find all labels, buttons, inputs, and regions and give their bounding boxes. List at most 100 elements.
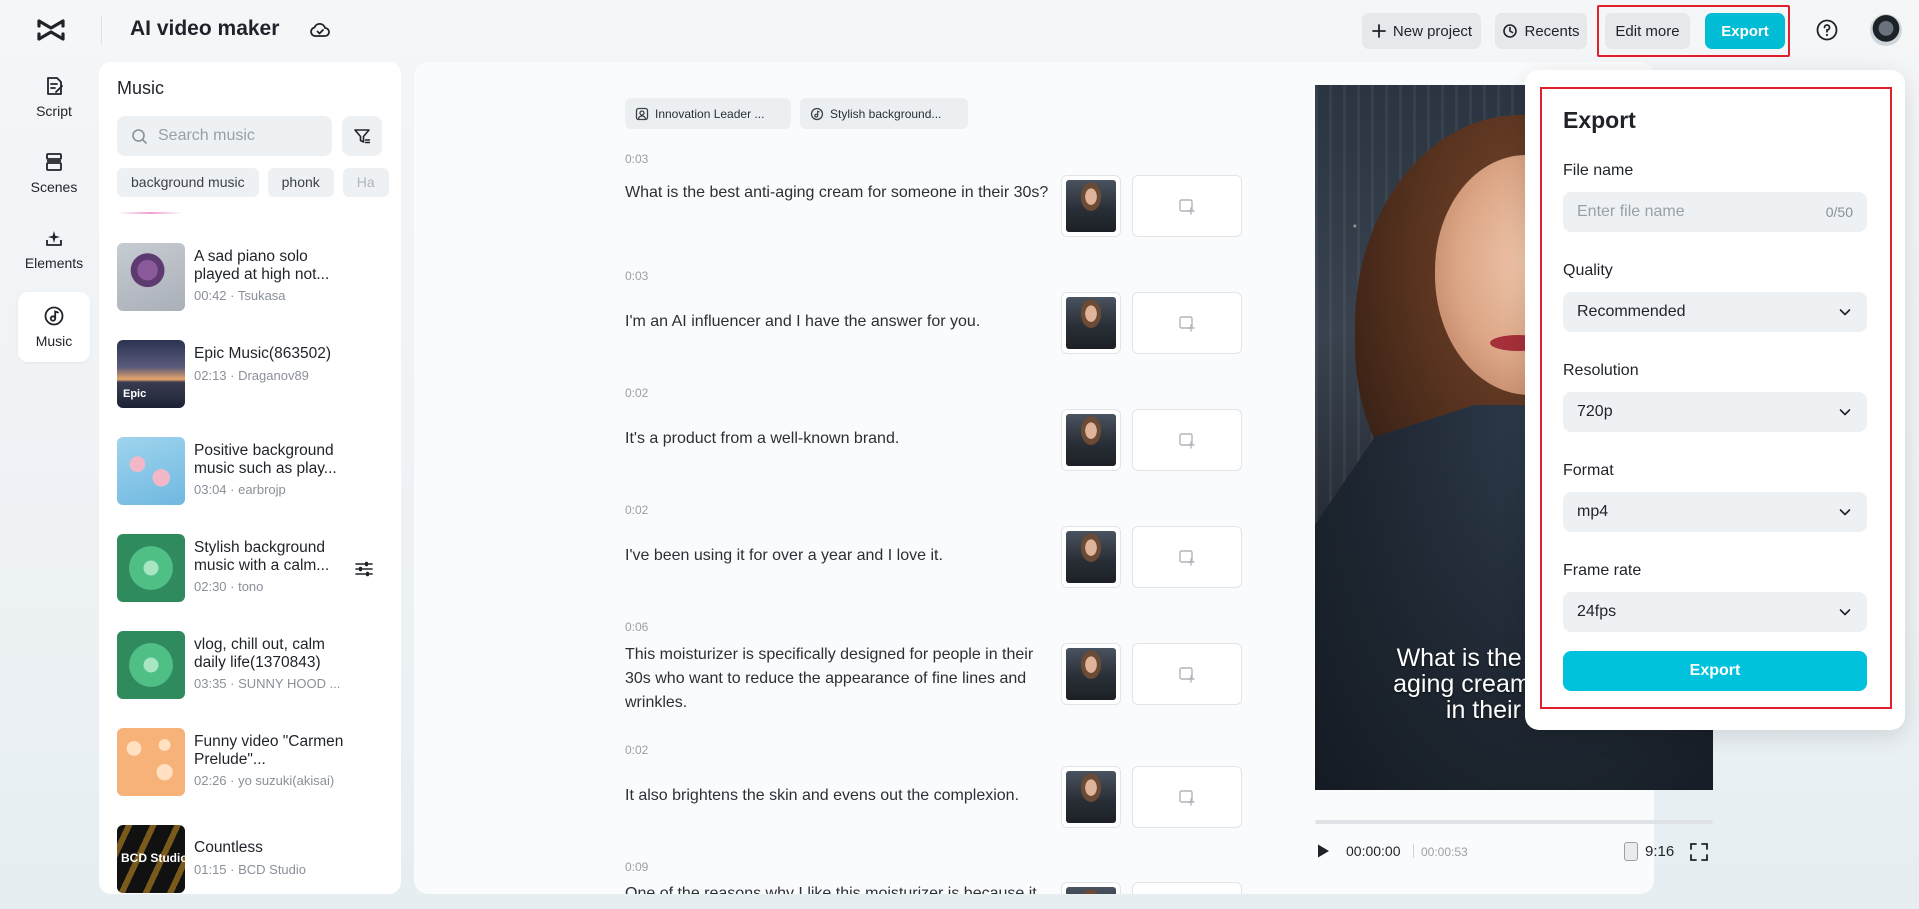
music-tag[interactable]: phonk — [267, 168, 334, 197]
track-thumbnail — [117, 437, 185, 505]
scene-text[interactable]: What is the best anti-aging cream for so… — [625, 181, 1055, 205]
user-avatar[interactable] — [1870, 14, 1902, 46]
add-media-button[interactable] — [1132, 882, 1242, 894]
highlight-box-header — [1597, 5, 1790, 57]
music-tag-list: background music phonk Ha — [117, 168, 401, 198]
music-track[interactable]: Epic Epic Music(863502) 02:13 · Draganov… — [117, 340, 387, 410]
scene-row[interactable]: 0:03 What is the best anti-aging cream f… — [625, 152, 1245, 242]
help-icon[interactable] — [1815, 18, 1839, 42]
music-search-box[interactable] — [117, 116, 332, 156]
add-media-button[interactable] — [1132, 526, 1242, 588]
format-select[interactable]: mp4 — [1563, 492, 1867, 532]
cloud-sync-icon[interactable] — [308, 18, 332, 42]
music-track[interactable]: vlog, chill out, calm daily life(1370843… — [117, 631, 387, 701]
rail-item-music[interactable]: Music — [18, 292, 90, 362]
recents-button[interactable]: Recents — [1495, 13, 1587, 49]
resolution-label: Resolution — [1563, 362, 1639, 379]
scene-duration: 0:02 — [625, 386, 649, 400]
scene-text[interactable]: This moisturizer is specifically designe… — [625, 643, 1055, 715]
aspect-ratio-value[interactable]: 9:16 — [1645, 843, 1674, 860]
scene-text[interactable]: It's a product from a well-known brand. — [625, 427, 1055, 451]
avatar-voice-chip[interactable]: Innovation Leader ... — [625, 98, 791, 129]
adjust-icon[interactable] — [353, 558, 375, 580]
track-meta: 01:15 · BCD Studio — [194, 862, 307, 877]
chevron-down-icon — [1839, 409, 1851, 416]
rail-item-label: Script — [36, 103, 72, 119]
elements-icon — [46, 231, 62, 246]
track-meta: 00:42 · Tsukasa — [194, 288, 286, 303]
capcut-logo-icon[interactable] — [36, 17, 66, 43]
rail-item-label: Music — [35, 333, 73, 349]
music-search-input[interactable] — [158, 127, 318, 145]
scene-avatar-thumbnail[interactable] — [1061, 175, 1121, 237]
music-track[interactable]: Funny video "Carmen Prelude"... 02:26 · … — [117, 728, 387, 798]
chevron-down-icon — [1839, 309, 1851, 316]
track-meta: 03:35 · SUNNY HOOD ... — [194, 676, 341, 691]
music-tag[interactable]: background music — [117, 168, 259, 197]
add-image-icon — [1179, 667, 1195, 683]
add-image-icon — [1179, 199, 1195, 215]
scene-text[interactable]: I've been using it for over a year and I… — [625, 544, 1055, 568]
scene-row[interactable]: 0:06 This moisturizer is specifically de… — [625, 620, 1245, 720]
file-name-field[interactable]: 0/50 — [1563, 192, 1867, 232]
add-media-button[interactable] — [1132, 643, 1242, 705]
scene-row[interactable]: 0:02 It also brightens the skin and even… — [625, 743, 1245, 833]
new-project-button[interactable]: New project — [1362, 13, 1481, 49]
time-separator — [1413, 844, 1414, 858]
add-image-icon — [1179, 433, 1195, 449]
recents-label: Recents — [1524, 22, 1580, 40]
chevron-down-icon — [1839, 509, 1851, 516]
music-track[interactable]: BCD Studio Countless 01:15 · BCD Studio — [117, 825, 387, 894]
track-thumbnail — [117, 534, 185, 602]
track-title: Countless — [194, 839, 263, 856]
track-meta: 03:04 · earbrojp — [194, 482, 286, 497]
track-meta: 02:13 · Draganov89 — [194, 368, 309, 383]
track-title: Positive background music such as play..… — [194, 442, 337, 477]
quality-label: Quality — [1563, 262, 1613, 279]
quality-select[interactable]: Recommended — [1563, 292, 1867, 332]
format-label: Format — [1563, 462, 1614, 479]
add-media-button[interactable] — [1132, 766, 1242, 828]
rail-item-elements[interactable]: Elements — [18, 214, 90, 284]
music-tag[interactable]: Ha — [342, 168, 389, 197]
quality-value: Recommended — [1577, 303, 1686, 320]
export-confirm-button[interactable]: Export — [1563, 651, 1867, 691]
playback-progress-bar[interactable] — [1315, 820, 1713, 824]
scene-row[interactable]: 0:02 It's a product from a well-known br… — [625, 386, 1245, 476]
add-media-button[interactable] — [1132, 292, 1242, 354]
track-thumbnail — [117, 728, 185, 796]
scene-avatar-thumbnail[interactable] — [1061, 526, 1121, 588]
frame-rate-value: 24fps — [1577, 603, 1617, 620]
track-title: Stylish background music with a calm... — [194, 539, 330, 574]
scene-duration: 0:02 — [625, 743, 649, 757]
aspect-ratio-icon[interactable] — [1624, 842, 1638, 861]
scene-avatar-thumbnail[interactable] — [1061, 292, 1121, 354]
music-track[interactable]: Positive background music such as play..… — [117, 437, 387, 507]
scene-avatar-thumbnail[interactable] — [1061, 882, 1121, 894]
music-filter-button[interactable] — [342, 116, 382, 156]
rail-item-scenes[interactable]: Scenes — [18, 138, 90, 208]
music-track[interactable]: Stylish background music with a calm... … — [117, 534, 387, 604]
scene-row[interactable]: 0:03 I'm an AI influencer and I have the… — [625, 269, 1245, 359]
music-icon — [44, 306, 64, 326]
fullscreen-icon[interactable] — [1689, 842, 1709, 862]
scene-avatar-thumbnail[interactable] — [1061, 766, 1121, 828]
track-thumbnail-text: BCD Studio — [121, 851, 185, 865]
background-music-chip[interactable]: Stylish background... — [800, 98, 968, 129]
resolution-select[interactable]: 720p — [1563, 392, 1867, 432]
scene-text[interactable]: It also brightens the skin and evens out… — [625, 784, 1055, 808]
add-media-button[interactable] — [1132, 175, 1242, 237]
scene-row[interactable]: 0:02 I've been using it for over a year … — [625, 503, 1245, 593]
frame-rate-select[interactable]: 24fps — [1563, 592, 1867, 632]
scene-text[interactable]: One of the reasons why I like this moist… — [625, 882, 1055, 894]
scene-avatar-thumbnail[interactable] — [1061, 409, 1121, 471]
scene-text[interactable]: I'm an AI influencer and I have the answ… — [625, 310, 1055, 334]
music-track[interactable]: A sad piano solo played at high not... 0… — [117, 243, 387, 313]
scene-row[interactable]: 0:09 One of the reasons why I like this … — [625, 860, 1245, 894]
play-icon[interactable] — [1314, 842, 1332, 860]
add-media-button[interactable] — [1132, 409, 1242, 471]
track-thumbnail-text: Epic — [123, 388, 147, 400]
file-name-input[interactable] — [1577, 203, 1826, 221]
rail-item-script[interactable]: Script — [18, 62, 90, 132]
scene-avatar-thumbnail[interactable] — [1061, 643, 1121, 705]
